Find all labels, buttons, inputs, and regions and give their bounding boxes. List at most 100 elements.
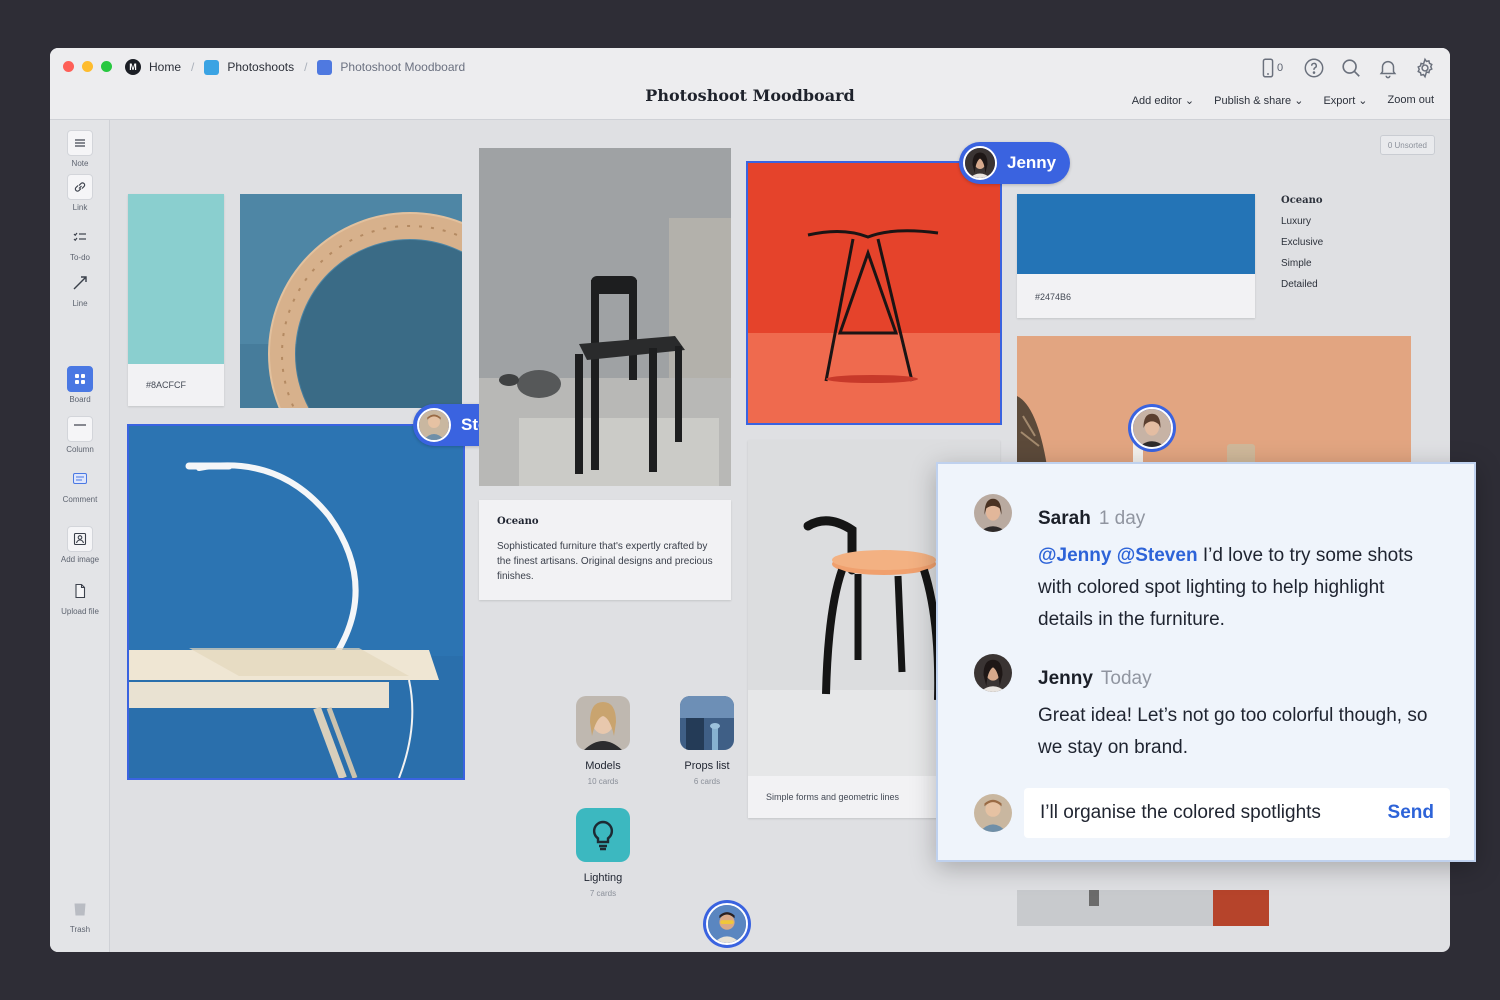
keyword-item: Luxury — [1281, 216, 1312, 227]
breadcrumb-photoshoots-label: Photoshoots — [227, 60, 295, 74]
zoom-out-button[interactable]: Zoom out — [1388, 94, 1434, 107]
tool-note[interactable]: Note — [50, 130, 110, 168]
tool-link[interactable]: Link — [50, 174, 110, 212]
bell-icon[interactable] — [1376, 56, 1399, 79]
image-desk-lamp[interactable] — [127, 424, 465, 780]
comment-author: Sarah — [1038, 508, 1091, 529]
board-count: 6 cards — [693, 777, 721, 786]
line-icon — [67, 270, 93, 296]
publish-share-menu[interactable]: Publish & share ⌄ — [1214, 94, 1303, 107]
avatar-steven — [417, 408, 451, 442]
text-card-oceano[interactable]: Oceano Sophisticated furniture that's ex… — [479, 500, 731, 600]
reply-input[interactable]: I’ll organise the colored spotlights Sen… — [1024, 788, 1450, 838]
keyword-item: Exclusive — [1281, 237, 1324, 248]
file-icon — [67, 578, 93, 604]
board-name: Lighting — [583, 872, 623, 884]
comment-mentions[interactable]: @Jenny @Steven — [1038, 545, 1198, 566]
title-bar: M Home / Photoshoots / Photoshoot Moodbo… — [50, 48, 1450, 120]
trash-label: Trash — [69, 925, 91, 934]
mobile-device-icon[interactable]: 0 — [1252, 56, 1288, 79]
tool-upload-file-label: Upload file — [61, 607, 99, 616]
avatar-jenny — [974, 654, 1012, 692]
breadcrumb-home-label: Home — [149, 60, 182, 74]
tool-board-label: Board — [69, 395, 91, 404]
keyword-list-title: Oceano — [1281, 195, 1323, 206]
tool-line[interactable]: Line — [50, 270, 110, 308]
tool-add-image[interactable]: Add image — [50, 526, 110, 564]
breadcrumb-home[interactable]: M Home — [125, 59, 181, 75]
board-folder-icon — [204, 59, 220, 75]
tool-todo[interactable]: To-do — [50, 224, 110, 262]
device-count: 0 — [1276, 61, 1284, 74]
zoom-window-button[interactable] — [101, 61, 112, 72]
comment-time: Today — [1100, 668, 1152, 689]
keyword-list[interactable]: Oceano Luxury Exclusive Simple Detailed — [1281, 190, 1323, 295]
export-menu[interactable]: Export ⌄ — [1323, 94, 1367, 107]
swatch-color — [1017, 194, 1255, 274]
text-card-body: Sophisticated furniture that's expertly … — [497, 541, 713, 582]
comment-body: Great idea! Let’s not go too colorful th… — [1038, 705, 1428, 758]
image-red-stool[interactable] — [746, 161, 1002, 425]
image-black-chair[interactable] — [479, 148, 731, 486]
top-icon-bar: 0 — [1252, 56, 1436, 79]
avatar-collaborator — [1131, 407, 1173, 449]
tool-comment[interactable]: Comment — [50, 466, 110, 504]
tool-comment-label: Comment — [62, 495, 98, 504]
breadcrumb-separator: / — [191, 60, 195, 74]
badge-name-jenny: Jenny — [1007, 153, 1057, 172]
image-peach-interior[interactable] — [1017, 336, 1411, 466]
breadcrumb-photoshoots[interactable]: Photoshoots — [204, 59, 295, 75]
board-lighting[interactable]: Lighting 7 cards — [563, 808, 643, 898]
tool-column[interactable]: Column — [50, 416, 110, 454]
color-swatch-blue[interactable]: #2474B6 — [1017, 194, 1255, 318]
comment-icon — [67, 466, 93, 492]
keyword-item: Detailed — [1281, 279, 1318, 290]
send-button[interactable]: Send — [1388, 802, 1434, 824]
board-thumb-models — [576, 696, 630, 750]
collaborator-cursor-avatar — [703, 900, 751, 948]
tool-board[interactable]: Board — [50, 366, 110, 404]
image-wood-ring[interactable] — [240, 194, 462, 408]
breadcrumb-separator: / — [304, 60, 308, 74]
comment-author: Jenny — [1038, 668, 1093, 689]
avatar-collaborator — [706, 903, 748, 945]
comment-body: @Jenny @Steven I’d love to try some shot… — [1038, 540, 1438, 636]
avatar-sarah — [974, 494, 1012, 532]
reply-input-value[interactable]: I’ll organise the colored spotlights — [1040, 802, 1321, 824]
tool-upload-file[interactable]: Upload file — [50, 578, 110, 616]
unsorted-counter[interactable]: 0 Unsorted — [1379, 135, 1435, 155]
tool-line-label: Line — [72, 299, 88, 308]
comment-time: 1 day — [1098, 508, 1146, 529]
breadcrumb-current[interactable]: Photoshoot Moodboard — [317, 59, 465, 75]
swatch-color — [128, 194, 224, 364]
swatch-hex: #2474B6 — [1035, 292, 1072, 302]
avatar-jenny — [963, 146, 997, 180]
image-icon — [67, 526, 93, 552]
image-caption: Simple forms and geometric lines — [766, 792, 900, 802]
collaborator-badge-jenny: Jenny — [959, 142, 1071, 184]
board-models[interactable]: Models 10 cards — [563, 696, 643, 786]
help-icon[interactable] — [1302, 56, 1325, 79]
comment-header: Jenny Today — [1038, 668, 1152, 690]
tool-link-label: Link — [72, 203, 88, 212]
avatar-steven — [974, 794, 1012, 832]
minimize-window-button[interactable] — [82, 61, 93, 72]
tool-add-image-label: Add image — [60, 555, 100, 564]
board-count: 10 cards — [587, 777, 619, 786]
column-icon — [67, 416, 93, 442]
board-name: Props list — [684, 760, 730, 772]
image-partial-card[interactable] — [1017, 890, 1269, 926]
color-swatch-teal[interactable]: #8ACFCF — [128, 194, 224, 406]
add-editor-menu[interactable]: Add editor ⌄ — [1132, 94, 1194, 107]
top-menu: Add editor ⌄ Publish & share ⌄ Export ⌄ … — [1132, 94, 1434, 107]
board-name: Models — [585, 760, 621, 772]
board-folder-icon — [317, 59, 333, 75]
tool-note-label: Note — [71, 159, 89, 168]
search-icon[interactable] — [1339, 56, 1362, 79]
trash-button[interactable]: Trash — [50, 896, 110, 934]
swatch-hex: #8ACFCF — [146, 380, 187, 390]
close-window-button[interactable] — [63, 61, 74, 72]
collaborator-cursor-avatar — [1128, 404, 1176, 452]
gear-icon[interactable] — [1413, 56, 1436, 79]
board-props-list[interactable]: Props list 6 cards — [667, 696, 747, 786]
